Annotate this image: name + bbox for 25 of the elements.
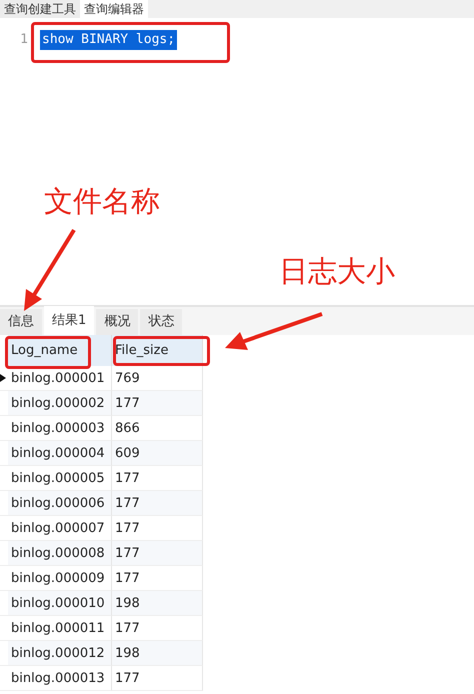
table-cell: binlog.000013: [8, 666, 112, 691]
table-cell: 198: [112, 591, 203, 616]
table-cell: binlog.000006: [8, 491, 112, 516]
table-cell: binlog.000002: [8, 391, 112, 416]
table-cell: 609: [112, 441, 203, 466]
table-cell: binlog.000008: [8, 541, 112, 566]
table-cell: 177: [112, 391, 203, 416]
result-tab[interactable]: 状态: [140, 309, 182, 335]
table-cell: binlog.000010: [8, 591, 112, 616]
table-cell: binlog.000012: [8, 641, 112, 666]
result-tab[interactable]: 信息: [0, 309, 42, 335]
result-tab[interactable]: 结果1: [44, 306, 94, 335]
table-cell: binlog.000004: [8, 441, 112, 466]
annotation-text: 文件名称: [44, 187, 160, 216]
column-header[interactable]: Log_name: [8, 335, 112, 366]
line-number: 1: [19, 31, 29, 49]
result-tab[interactable]: 概况: [96, 309, 138, 335]
editor-tab[interactable]: 查询编辑器: [80, 0, 148, 18]
table-cell: 198: [112, 641, 203, 666]
current-row-icon: [0, 374, 6, 382]
annotation-text: 日志大小: [279, 257, 395, 286]
table-cell: 177: [112, 491, 203, 516]
table-cell: 177: [112, 541, 203, 566]
editor-tab[interactable]: 查询创建工具: [0, 0, 80, 18]
table-cell: 177: [112, 666, 203, 691]
